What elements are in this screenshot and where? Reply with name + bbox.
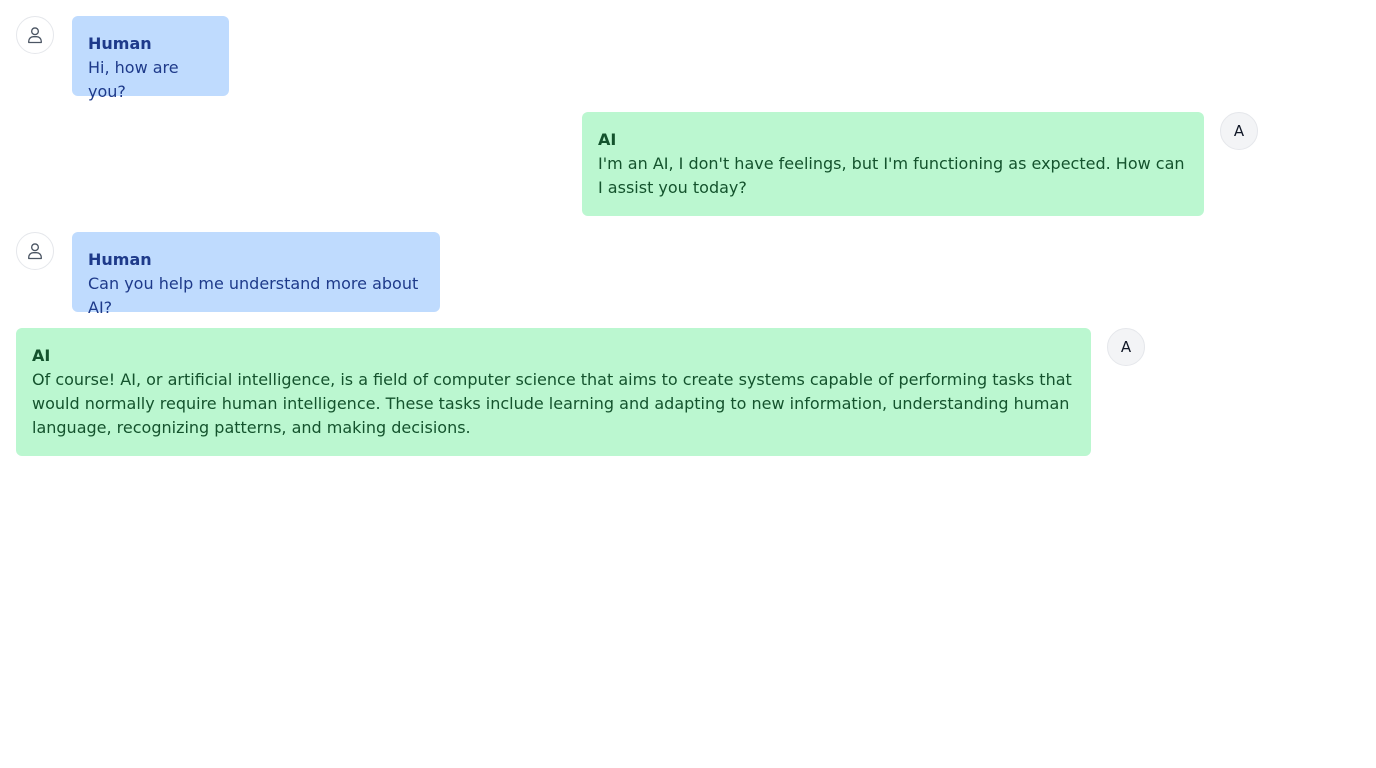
message-text: Of course! AI, or artificial intelligenc… — [32, 370, 1072, 437]
ai-message: AI I'm an AI, I don't have feelings, but… — [582, 112, 1204, 216]
ai-avatar: A — [1107, 328, 1145, 366]
chat-transcript: Human Hi, how are you? AI I'm an AI, I d… — [0, 0, 1376, 768]
user-icon — [28, 27, 42, 44]
message-text: I'm an AI, I don't have feelings, but I'… — [598, 154, 1185, 197]
avatar-initial: A — [1233, 122, 1245, 140]
user-icon — [28, 243, 42, 260]
message-text: Hi, how are you? — [88, 58, 179, 101]
human-message: Human Can you help me understand more ab… — [72, 232, 440, 317]
human-message: Human Hi, how are you? — [72, 16, 229, 101]
human-avatar — [16, 16, 54, 54]
message-sender: AI — [32, 346, 51, 365]
avatar-initial: A — [1120, 338, 1132, 356]
ai-avatar: A — [1220, 112, 1258, 150]
human-avatar — [16, 232, 54, 270]
message-sender: Human — [88, 34, 152, 53]
message-sender: Human — [88, 250, 152, 269]
message-sender: AI — [598, 130, 617, 149]
message-text: Can you help me understand more about AI… — [88, 274, 419, 317]
ai-message: AI Of course! AI, or artificial intellig… — [16, 328, 1091, 456]
